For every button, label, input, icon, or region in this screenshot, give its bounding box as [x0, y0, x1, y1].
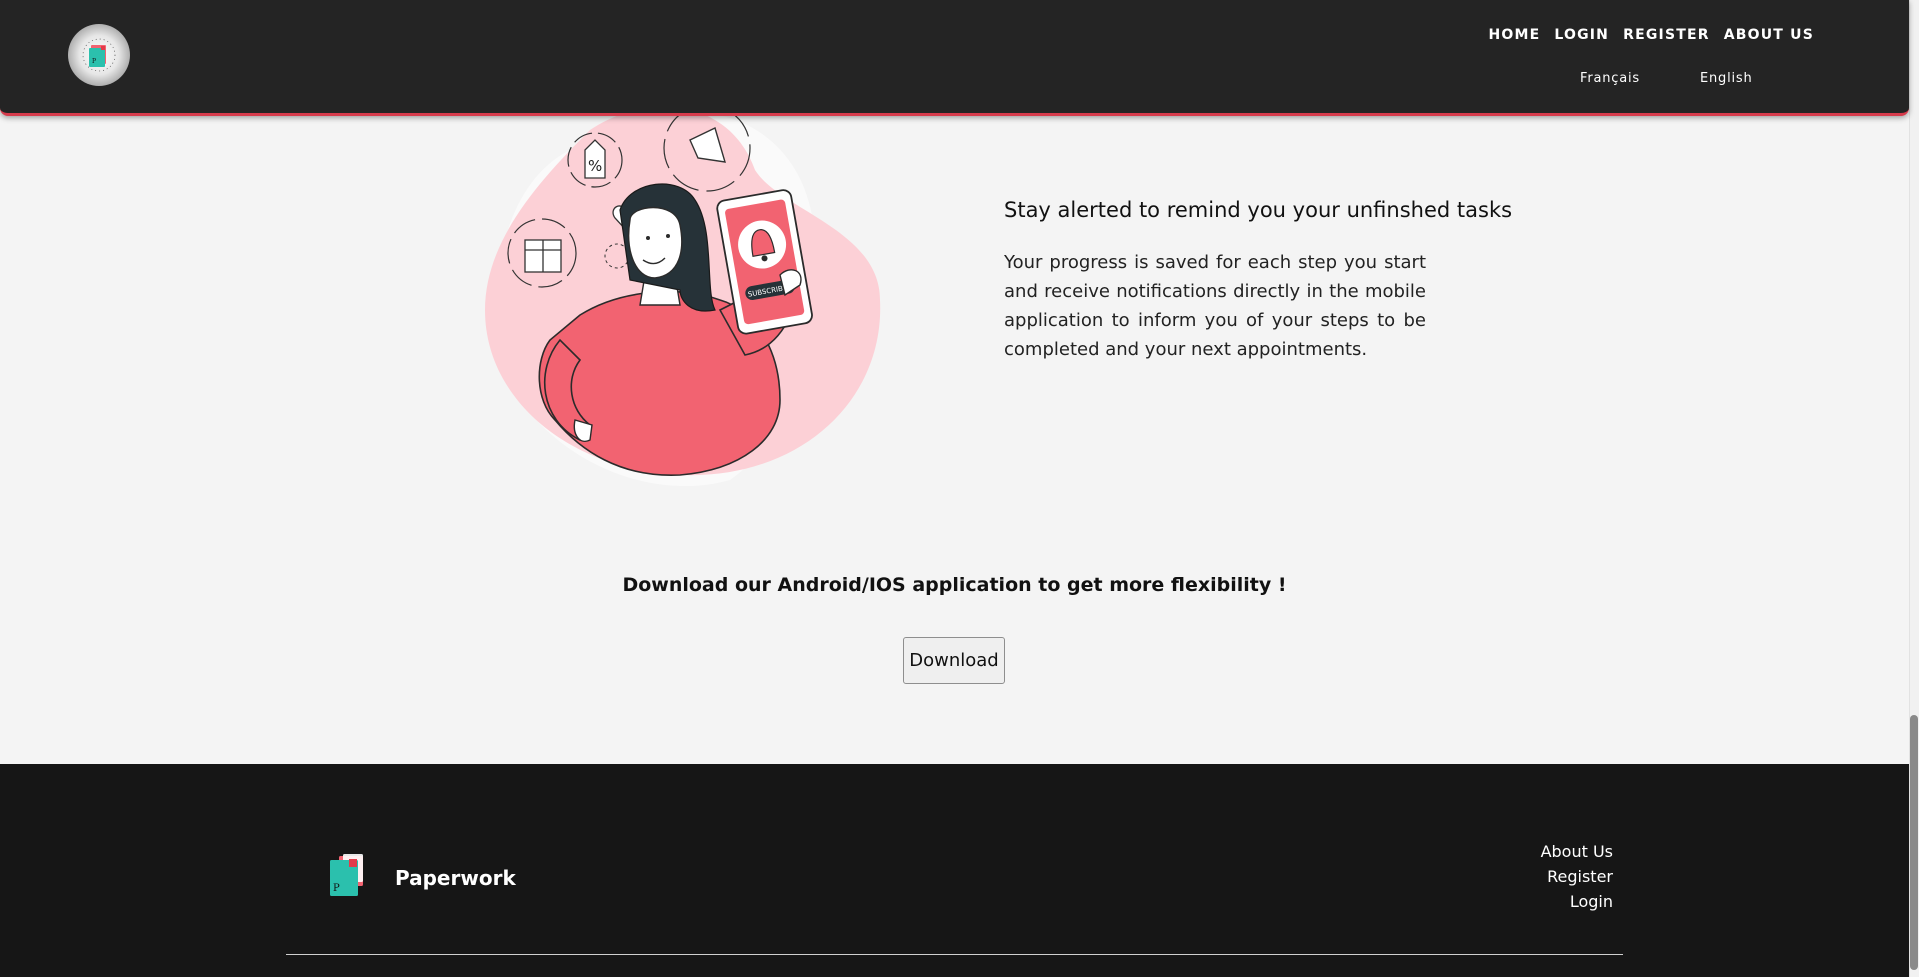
download-title: Download our Android/IOS application to … — [622, 574, 1287, 596]
site-footer: P Paperwork About Us Register Login — [0, 764, 1909, 977]
lang-english-option[interactable]: English — [1700, 71, 1753, 86]
feature-title: Stay alerted to remind you your unfinshe… — [1004, 198, 1513, 222]
footer-register-link[interactable]: Register — [1547, 867, 1613, 886]
nav-register-link[interactable]: REGISTER — [1623, 27, 1710, 43]
page-scrollbar[interactable] — [1909, 0, 1919, 977]
site-logo[interactable]: P — [68, 24, 130, 86]
nav-login-link[interactable]: LOGIN — [1554, 27, 1609, 43]
download-button[interactable]: Download — [903, 637, 1005, 684]
svg-text:%: % — [588, 157, 602, 175]
footer-divider — [286, 954, 1623, 955]
scrollbar-thumb[interactable] — [1910, 715, 1918, 970]
footer-brand-name: Paperwork — [395, 866, 516, 890]
paperwork-logo-icon: P — [82, 38, 116, 72]
footer-logo-icon[interactable]: P — [327, 854, 367, 898]
nav-about-link[interactable]: ABOUT US — [1724, 27, 1814, 43]
feature-description: Your progress is saved for each step you… — [1004, 252, 1426, 360]
woman-face — [628, 206, 683, 279]
svg-text:P: P — [333, 883, 340, 894]
footer-links: About Us Register Login — [1541, 842, 1613, 911]
main-nav: HOME LOGIN REGISTER ABOUT US — [1488, 27, 1814, 43]
language-switcher: Français English — [1580, 71, 1753, 86]
notification-illustration: % SUBSCRIBED — [485, 104, 881, 487]
svg-text:P: P — [92, 58, 96, 65]
nav-home-link[interactable]: HOME — [1488, 27, 1540, 43]
footer-about-link[interactable]: About Us — [1541, 842, 1613, 861]
site-header: P HOME LOGIN REGISTER ABOUT US Français … — [0, 0, 1909, 116]
footer-login-link[interactable]: Login — [1570, 892, 1613, 911]
lang-french-option[interactable]: Français — [1580, 71, 1640, 86]
